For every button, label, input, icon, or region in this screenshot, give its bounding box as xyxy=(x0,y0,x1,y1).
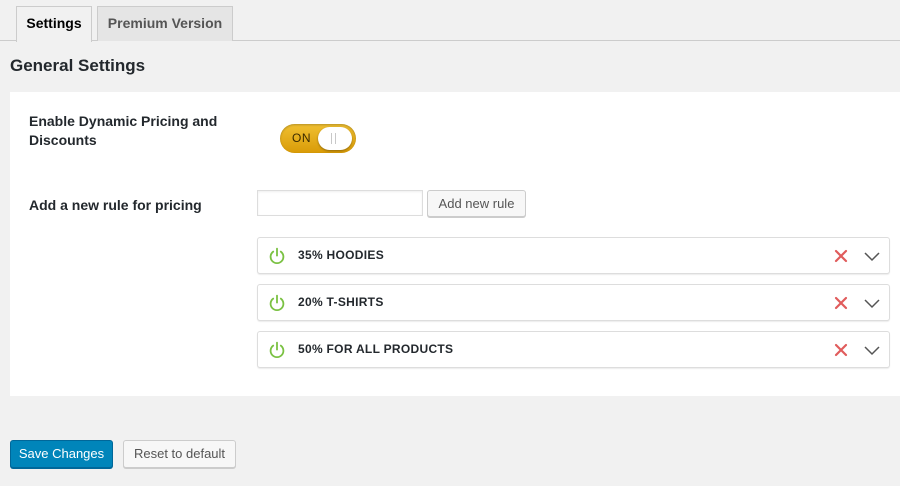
close-icon[interactable] xyxy=(834,249,848,263)
reset-to-default-button[interactable]: Reset to default xyxy=(123,440,236,468)
settings-panel: Enable Dynamic Pricing and Discounts ON … xyxy=(10,92,900,396)
power-icon[interactable] xyxy=(268,294,286,312)
chevron-down-icon[interactable] xyxy=(864,250,880,262)
close-icon[interactable] xyxy=(834,343,848,357)
new-rule-input[interactable] xyxy=(257,190,423,216)
knob-grip-line xyxy=(335,133,336,144)
rule-title: 20% T-SHIRTS xyxy=(298,295,384,309)
power-icon[interactable] xyxy=(268,247,286,265)
toggle-knob[interactable] xyxy=(318,127,352,150)
rule-title: 35% HOODIES xyxy=(298,248,384,262)
enable-dynamic-pricing-label: Enable Dynamic Pricing and Discounts xyxy=(29,113,218,148)
add-new-rule-button[interactable]: Add new rule xyxy=(427,190,526,217)
add-rule-label: Add a new rule for pricing xyxy=(29,197,202,213)
tab-bar: Settings Premium Version xyxy=(0,0,900,42)
toggle-state-label: ON xyxy=(292,131,311,145)
tab-settings[interactable]: Settings xyxy=(16,6,92,42)
rule-title: 50% FOR ALL PRODUCTS xyxy=(298,342,454,356)
chevron-down-icon[interactable] xyxy=(864,344,880,356)
tab-premium-version[interactable]: Premium Version xyxy=(97,6,233,41)
rule-item[interactable]: 50% FOR ALL PRODUCTS xyxy=(257,331,890,368)
power-icon[interactable] xyxy=(268,341,286,359)
close-icon[interactable] xyxy=(834,296,848,310)
rule-item[interactable]: 20% T-SHIRTS xyxy=(257,284,890,321)
knob-grip-line xyxy=(331,133,332,144)
save-changes-button[interactable]: Save Changes xyxy=(10,440,113,468)
rule-item[interactable]: 35% HOODIES xyxy=(257,237,890,274)
enable-toggle[interactable]: ON xyxy=(280,124,356,153)
section-title: General Settings xyxy=(10,56,146,75)
chevron-down-icon[interactable] xyxy=(864,297,880,309)
